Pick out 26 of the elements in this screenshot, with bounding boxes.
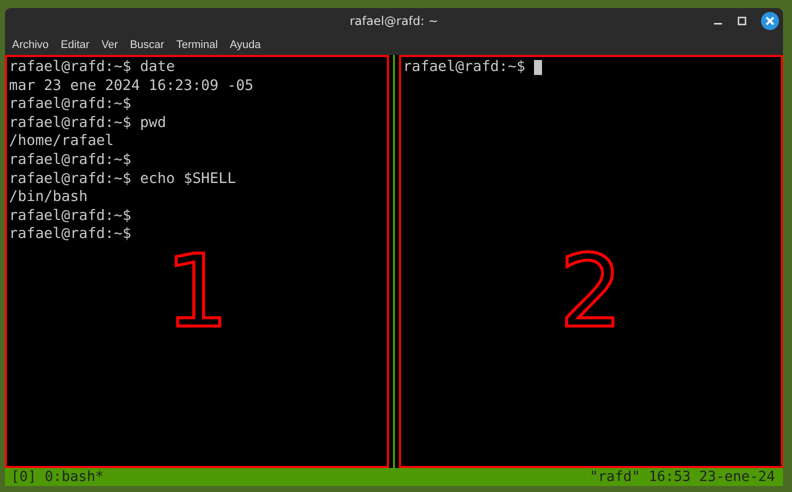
status-left: [0] 0:bash*: [11, 469, 104, 485]
menu-item[interactable]: Terminal: [176, 38, 218, 50]
pane-number-label: 1: [164, 242, 230, 342]
menu-item[interactable]: Archivo: [12, 38, 49, 50]
close-icon[interactable]: [761, 12, 779, 30]
terminal-line: rafael@rafd:~$: [403, 58, 526, 77]
terminal-line: mar 23 ene 2024 16:23:09 -05: [9, 76, 254, 96]
menu-item[interactable]: Buscar: [130, 38, 164, 50]
terminal-line: rafael@rafd:~$: [9, 225, 132, 244]
terminal-line: rafael@rafd:~$: [9, 95, 132, 114]
pane-number-label: 2: [558, 242, 624, 342]
terminal-line: /home/rafael: [9, 132, 114, 151]
menu-item[interactable]: Ver: [101, 38, 118, 50]
terminal-line: rafael@rafd:~$ date: [9, 58, 175, 77]
terminal-line: rafael@rafd:~$: [9, 150, 132, 170]
window-title: rafael@rafd: ~: [350, 14, 438, 28]
terminal-line: rafael@rafd:~$: [9, 206, 132, 226]
terminal-pane[interactable]: rafael@rafd:~$ 2: [399, 55, 783, 468]
terminal-pane[interactable]: rafael@rafd:~$ date mar 23 ene 2024 16:23:09 -05 rafael@rafd:~$ rafael@rafd:~$ pwd /home/rafael rafael@rafd:~$ rafael@rafd:~$ echo $SHELL /bin/bash rafael@rafd:~$ rafael@rafd:~$ 1: [5, 55, 389, 468]
maximize-icon[interactable]: [737, 16, 747, 26]
menu-item[interactable]: Ayuda: [230, 38, 261, 50]
terminal-line: /bin/bash: [9, 188, 88, 207]
menu-item[interactable]: Editar: [60, 38, 90, 50]
status-right: "rafd" 16:53 23-ene-24: [590, 469, 775, 485]
terminal-line: rafael@rafd:~$ echo $SHELL: [9, 170, 236, 188]
terminal-line: rafael@rafd:~$ pwd: [9, 114, 166, 132]
